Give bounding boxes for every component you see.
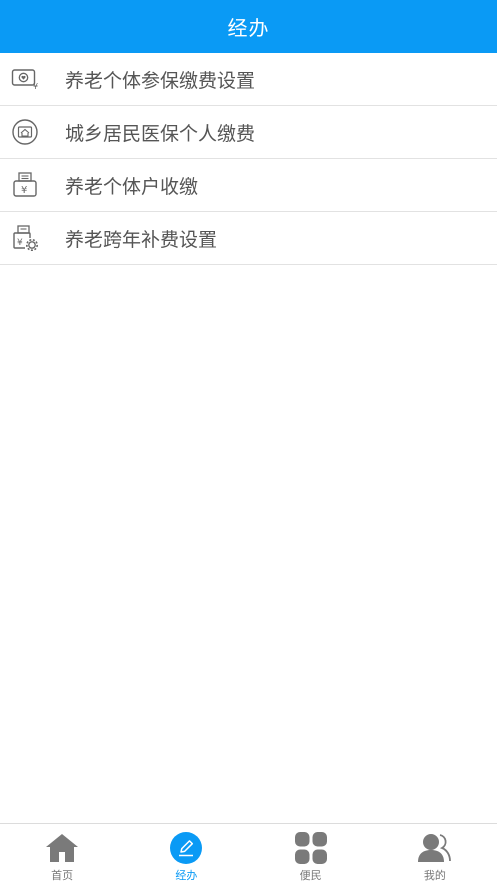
yuan-register-icon: ¥ xyxy=(11,171,39,199)
tab-mine[interactable]: 我的 xyxy=(373,824,497,883)
menu-item-medical-insurance[interactable]: 城乡居民医保个人缴费 xyxy=(0,106,497,159)
pension-payment-settings-icon: ¥ xyxy=(11,65,39,93)
home-icon xyxy=(45,831,79,864)
register-gear-icon: ¥ xyxy=(11,224,39,252)
tab-label: 便民 xyxy=(299,869,322,882)
tab-convenience[interactable]: 便民 xyxy=(249,824,373,883)
medical-insurance-house-icon xyxy=(11,118,39,146)
user-icon xyxy=(417,831,452,864)
tab-home[interactable]: 首页 xyxy=(0,824,124,883)
grid-icon xyxy=(294,831,328,864)
menu-item-label: 城乡居民医保个人缴费 xyxy=(65,122,256,145)
tab-label: 首页 xyxy=(51,869,74,882)
menu-item-pension-payment-settings[interactable]: ¥ 养老个体参保缴费设置 xyxy=(0,53,497,106)
svg-text:¥: ¥ xyxy=(17,238,23,248)
bottom-tab-bar: 首页 经办 便民 我的 xyxy=(0,823,497,883)
svg-text:¥: ¥ xyxy=(33,82,38,91)
menu-item-label: 养老个体参保缴费设置 xyxy=(65,69,256,92)
top-bar: 经办 xyxy=(0,0,497,53)
menu-item-self-employed-collection[interactable]: ¥ 养老个体户收缴 xyxy=(0,159,497,212)
menu-item-label: 养老跨年补费设置 xyxy=(65,228,218,251)
menu-item-cross-year-supplement[interactable]: ¥ 养老跨年补费设置 xyxy=(0,212,497,265)
tab-handling[interactable]: 经办 xyxy=(124,824,248,883)
menu-item-label: 养老个体户收缴 xyxy=(65,175,199,198)
tab-label: 经办 xyxy=(175,869,198,882)
page-title: 经办 xyxy=(227,16,270,40)
edit-icon xyxy=(169,831,203,864)
menu-list: ¥ 养老个体参保缴费设置 城乡居民医保个人缴费 ¥ 养老个体户收缴 ¥ 养老跨年… xyxy=(0,53,497,265)
svg-text:¥: ¥ xyxy=(21,185,27,196)
tab-label: 我的 xyxy=(423,869,446,882)
